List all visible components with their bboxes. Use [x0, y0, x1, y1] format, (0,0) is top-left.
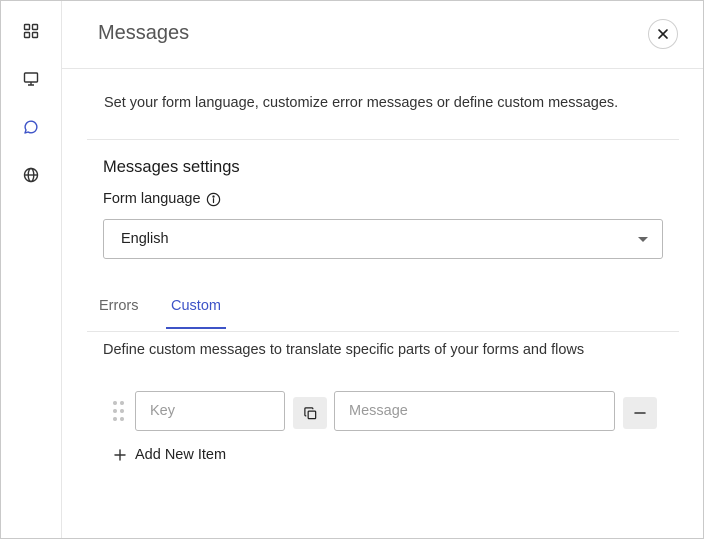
active-tab-indicator: [166, 327, 226, 329]
add-new-item-label: Add New Item: [135, 447, 227, 463]
globe-icon: [23, 167, 39, 183]
form-language-value: English: [121, 231, 169, 247]
add-new-item-button[interactable]: Add New Item: [114, 447, 226, 463]
info-icon[interactable]: [206, 192, 221, 207]
key-input[interactable]: [135, 391, 285, 431]
copy-button[interactable]: [293, 397, 327, 429]
rail-item-messages[interactable]: [19, 115, 43, 139]
drag-handle-icon[interactable]: [112, 401, 126, 423]
page-title: Messages: [98, 22, 190, 44]
section-divider: [87, 139, 679, 140]
form-language-text: Form language: [103, 191, 201, 207]
panel-header: Messages: [62, 1, 703, 69]
chat-icon: [24, 120, 38, 134]
intro-description: Set your form language, customize error …: [104, 95, 619, 111]
plus-icon: [114, 449, 126, 461]
custom-description: Define custom messages to translate spec…: [103, 342, 585, 358]
rail-item-monitor[interactable]: [19, 67, 43, 91]
settings-title: Messages settings: [103, 158, 240, 176]
tab-custom[interactable]: Custom: [171, 298, 221, 314]
form-language-label: Form language: [103, 191, 221, 207]
caret-down-icon: [638, 237, 648, 242]
rail-item-globe[interactable]: [19, 163, 43, 187]
remove-item-button[interactable]: [623, 397, 657, 429]
grid-icon: [23, 23, 39, 39]
tab-errors[interactable]: Errors: [99, 298, 138, 314]
close-icon: [658, 29, 668, 39]
form-language-select[interactable]: English: [103, 219, 663, 259]
messages-panel: [0, 0, 704, 539]
minus-icon: [634, 412, 646, 414]
rail-item-grid[interactable]: [19, 19, 43, 43]
close-button[interactable]: [648, 19, 678, 49]
message-input[interactable]: [334, 391, 615, 431]
side-rail: [1, 1, 62, 538]
tabs-divider: [87, 331, 679, 332]
monitor-icon: [23, 72, 39, 86]
copy-icon: [303, 406, 316, 419]
